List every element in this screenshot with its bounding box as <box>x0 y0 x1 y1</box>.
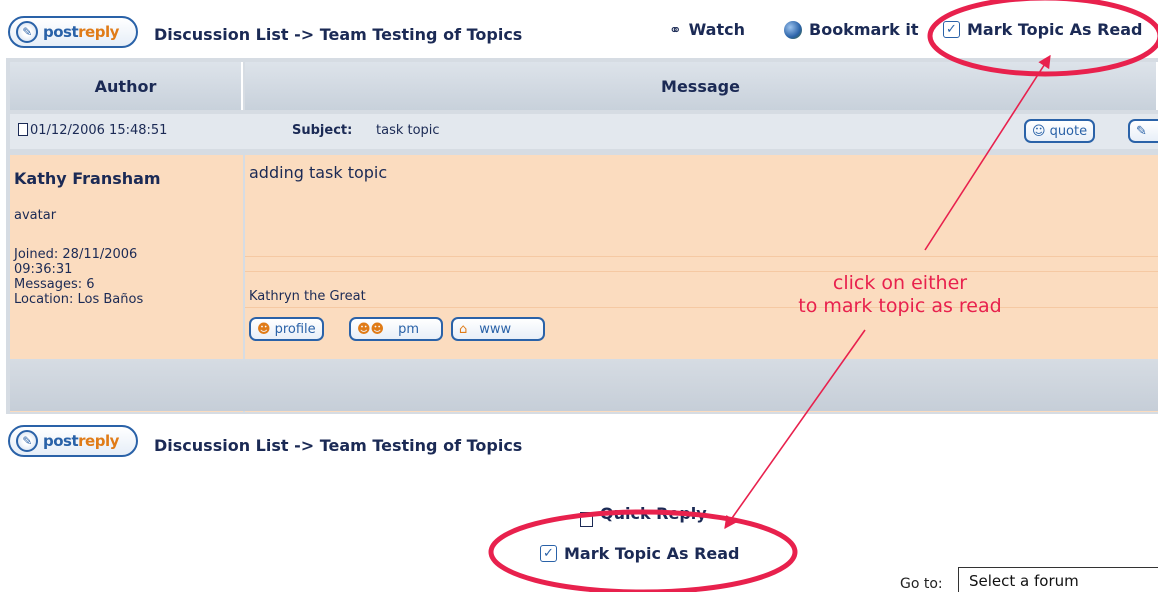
annotation-line-1: click on either <box>832 272 968 294</box>
highlight-circle-bottom <box>488 509 798 592</box>
annotation-arrow-top <box>924 54 1051 251</box>
highlight-circle-top <box>927 0 1158 77</box>
annotation-arrow-bottom <box>724 329 866 530</box>
annotation-line-2: to mark topic as read <box>798 295 1002 317</box>
annotation-text: click on either to mark topic as read <box>760 272 1040 318</box>
